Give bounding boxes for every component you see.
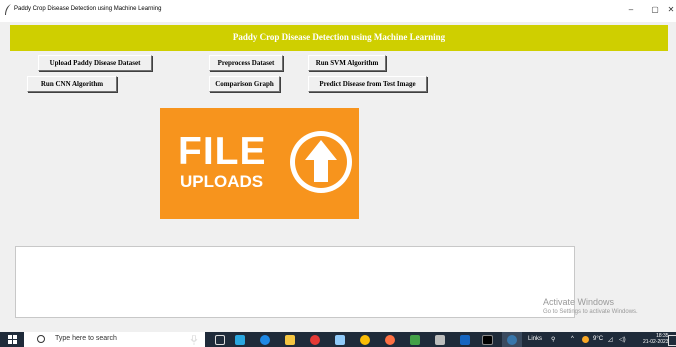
app-tool-icon[interactable] bbox=[435, 335, 445, 345]
file-uploads-image: FILE UPLOADS bbox=[160, 108, 359, 219]
upload-dataset-button[interactable]: Upload Paddy Disease Dataset bbox=[38, 55, 152, 71]
predict-disease-button[interactable]: Predict Disease from Test Image bbox=[308, 76, 427, 92]
header-banner: Paddy Crop Disease Detection using Machi… bbox=[10, 25, 668, 51]
python-app-icon bbox=[507, 335, 517, 345]
window-title: Paddy Crop Disease Detection using Machi… bbox=[14, 6, 162, 12]
activation-watermark-title: Activate Windows bbox=[543, 297, 615, 307]
close-button[interactable]: ✕ bbox=[666, 4, 676, 16]
microphone-icon[interactable] bbox=[190, 335, 198, 345]
app-red-icon[interactable] bbox=[310, 335, 320, 345]
volume-icon[interactable]: ◁) bbox=[619, 336, 626, 343]
upload-arrow-icon bbox=[290, 131, 352, 193]
image-word-file: FILE bbox=[178, 130, 267, 173]
weather-icon[interactable] bbox=[582, 336, 589, 343]
links-toolbar[interactable]: Links bbox=[528, 336, 542, 342]
taskbar-clock[interactable]: 18:35 21-02-2023 bbox=[643, 333, 669, 345]
file-explorer-icon[interactable] bbox=[285, 335, 295, 345]
activation-watermark-subtitle: Go to Settings to activate Windows. bbox=[543, 309, 638, 315]
chrome-browser-icon[interactable] bbox=[360, 335, 370, 345]
terminal-icon[interactable] bbox=[482, 335, 493, 345]
app-green-icon[interactable] bbox=[410, 335, 420, 345]
notifications-icon[interactable] bbox=[668, 335, 676, 346]
banner-title: Paddy Crop Disease Detection using Machi… bbox=[232, 32, 446, 42]
chevron-up-icon[interactable]: ^ bbox=[571, 336, 574, 342]
search-placeholder: Type here to search bbox=[55, 335, 117, 342]
minimize-button[interactable]: – bbox=[622, 4, 640, 16]
window-titlebar: Paddy Crop Disease Detection using Machi… bbox=[0, 0, 676, 22]
feather-icon bbox=[5, 4, 11, 15]
task-view-icon[interactable] bbox=[215, 335, 225, 345]
maximize-button[interactable]: ▢ bbox=[646, 4, 664, 16]
network-icon[interactable]: ◿ bbox=[608, 336, 613, 343]
run-svm-button[interactable]: Run SVM Algorithm bbox=[308, 55, 386, 71]
image-word-uploads: UPLOADS bbox=[180, 172, 264, 191]
app-orange-icon[interactable] bbox=[385, 335, 395, 345]
taskbar: Type here to search Links ⚲ ^ 9°C ◿ ◁) 1… bbox=[0, 332, 676, 347]
taskbar-search-input[interactable]: Type here to search bbox=[24, 332, 205, 347]
search-icon bbox=[37, 335, 45, 343]
output-text-area[interactable] bbox=[15, 246, 575, 318]
word-app-icon[interactable] bbox=[460, 335, 470, 345]
windows-start-icon[interactable] bbox=[0, 332, 24, 347]
people-icon[interactable]: ⚲ bbox=[551, 336, 555, 343]
edge-browser-icon[interactable] bbox=[260, 335, 270, 345]
preprocess-dataset-button[interactable]: Preprocess Dataset bbox=[209, 55, 283, 71]
weather-temperature[interactable]: 9°C bbox=[593, 336, 603, 342]
run-cnn-button[interactable]: Run CNN Algorithm bbox=[27, 76, 117, 92]
clock-date: 21-02-2023 bbox=[643, 339, 669, 345]
widget-icon[interactable] bbox=[235, 335, 245, 345]
active-app-highlight[interactable] bbox=[502, 332, 522, 347]
comparison-graph-button[interactable]: Comparison Graph bbox=[209, 76, 280, 92]
app-document-icon[interactable] bbox=[335, 335, 345, 345]
